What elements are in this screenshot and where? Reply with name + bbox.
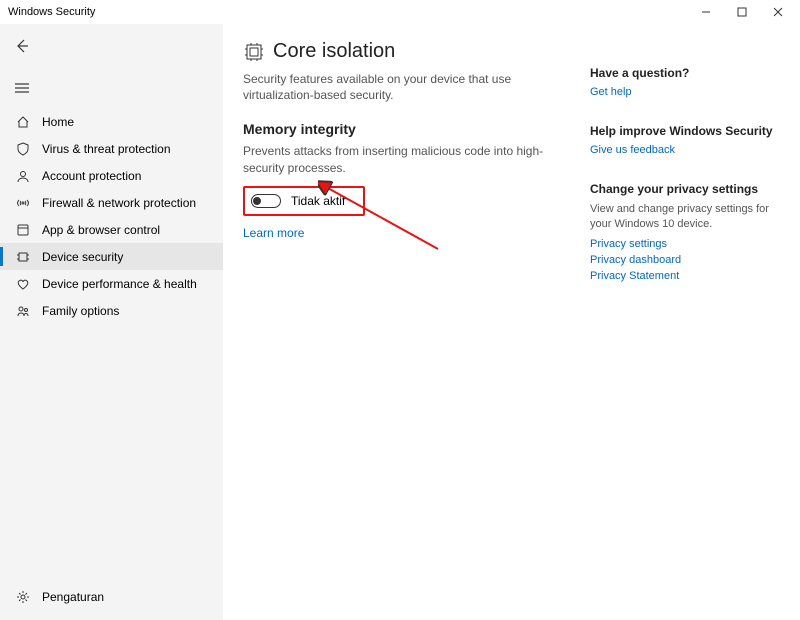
nav-label: Firewall & network protection	[42, 196, 196, 210]
nav-label: Device performance & health	[42, 277, 197, 291]
shield-icon	[14, 142, 32, 156]
nav-item-family[interactable]: Family options	[0, 297, 223, 324]
nav-item-account[interactable]: Account protection	[0, 162, 223, 189]
main-content: Core isolation Security features availab…	[223, 24, 800, 620]
nav-item-app-browser[interactable]: App & browser control	[0, 216, 223, 243]
nav: Home Virus & threat protection Account p…	[0, 108, 223, 583]
nav-label: Virus & threat protection	[42, 142, 171, 156]
learn-more-link[interactable]: Learn more	[243, 226, 304, 240]
nav-label: Device security	[42, 250, 123, 264]
minimize-button[interactable]	[688, 0, 724, 24]
nav-item-device-security[interactable]: Device security	[0, 243, 223, 270]
privacy-statement-link[interactable]: Privacy Statement	[590, 270, 780, 282]
section-description: Prevents attacks from inserting maliciou…	[243, 143, 570, 175]
privacy-settings-link[interactable]: Privacy settings	[590, 238, 780, 250]
nav-label: Family options	[42, 304, 119, 318]
window-title: Windows Security	[8, 6, 688, 18]
nav-item-performance[interactable]: Device performance & health	[0, 270, 223, 297]
core-isolation-icon	[243, 41, 265, 63]
sidebar: Home Virus & threat protection Account p…	[0, 24, 223, 620]
home-icon	[14, 115, 32, 129]
memory-integrity-toggle[interactable]	[251, 194, 281, 208]
close-button[interactable]	[760, 0, 796, 24]
gear-icon	[14, 590, 32, 604]
nav-item-virus[interactable]: Virus & threat protection	[0, 135, 223, 162]
get-help-link[interactable]: Get help	[590, 86, 780, 98]
nav-label: App & browser control	[42, 223, 160, 237]
privacy-text: View and change privacy settings for you…	[590, 202, 780, 232]
window-controls	[688, 0, 796, 24]
back-button[interactable]	[0, 32, 54, 60]
toggle-state-label: Tidak aktif	[291, 194, 345, 208]
chip-icon	[14, 250, 32, 264]
nav-label: Account protection	[42, 169, 141, 183]
nav-item-settings[interactable]: Pengaturan	[0, 583, 223, 610]
right-column: Have a question? Get help Help improve W…	[590, 36, 780, 620]
maximize-button[interactable]	[724, 0, 760, 24]
app-icon	[14, 223, 32, 237]
heart-icon	[14, 277, 32, 291]
family-icon	[14, 304, 32, 318]
nav-item-home[interactable]: Home	[0, 108, 223, 135]
person-icon	[14, 169, 32, 183]
nav-label: Home	[42, 115, 74, 129]
nav-label: Pengaturan	[42, 590, 104, 604]
improve-title: Help improve Windows Security	[590, 124, 780, 138]
toggle-knob	[253, 197, 261, 205]
memory-integrity-toggle-highlight: Tidak aktif	[243, 186, 365, 216]
section-title: Memory integrity	[243, 121, 570, 137]
privacy-dashboard-link[interactable]: Privacy dashboard	[590, 254, 780, 266]
feedback-link[interactable]: Give us feedback	[590, 144, 780, 156]
antenna-icon	[14, 196, 32, 210]
menu-button[interactable]	[0, 74, 54, 102]
page-description: Security features available on your devi…	[243, 71, 570, 103]
nav-item-firewall[interactable]: Firewall & network protection	[0, 189, 223, 216]
titlebar: Windows Security	[0, 0, 800, 24]
privacy-title: Change your privacy settings	[590, 182, 780, 196]
page-title: Core isolation	[273, 40, 395, 63]
question-title: Have a question?	[590, 66, 780, 80]
